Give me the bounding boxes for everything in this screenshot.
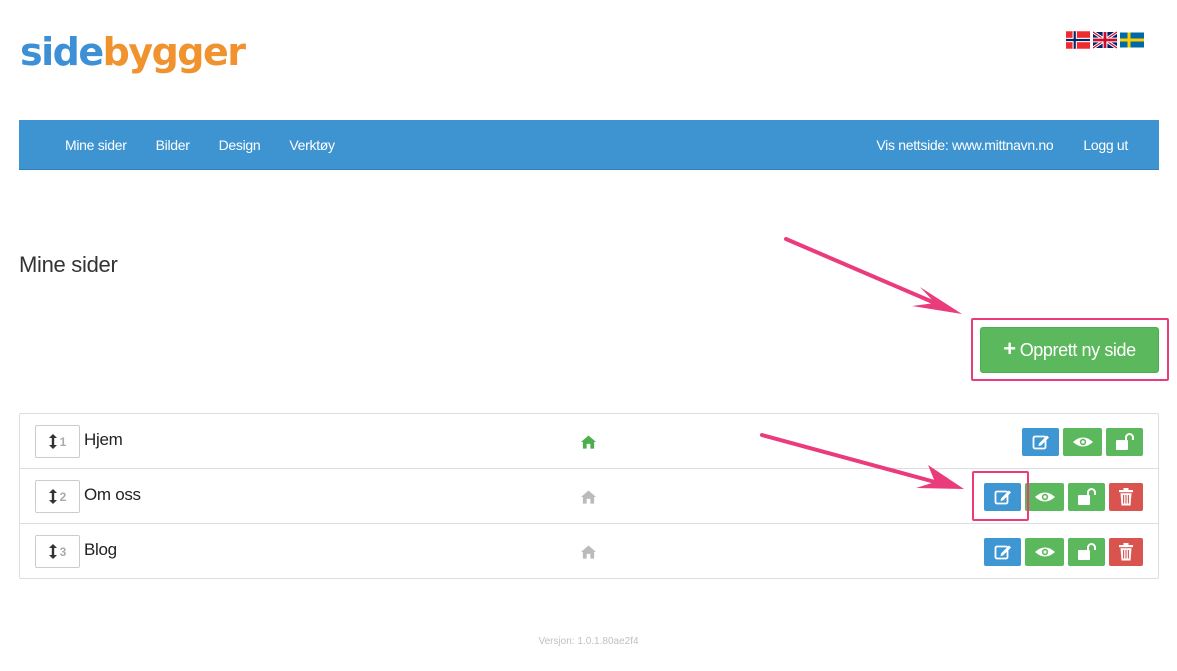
unlocked-padlock-icon [1077, 488, 1096, 505]
nav-left-group: Mine sider Bilder Design Verktøy [65, 120, 335, 170]
home-icon[interactable] [581, 490, 596, 504]
unlocked-padlock-icon [1115, 433, 1134, 450]
page-name: Blog [84, 540, 117, 559]
nav-item-logout[interactable]: Logg ut [1083, 137, 1128, 153]
edit-icon [994, 545, 1011, 560]
eye-icon [1034, 492, 1055, 502]
nav-right-group: Vis nettside: www.mittnavn.no Logg ut [876, 120, 1128, 170]
drag-handle[interactable]: 3 [35, 535, 80, 568]
norwegian-flag-icon[interactable] [1066, 31, 1090, 49]
eye-icon [1034, 547, 1055, 557]
view-page-button[interactable] [1063, 428, 1102, 456]
trash-icon [1119, 488, 1133, 506]
sort-arrows-icon [48, 544, 57, 559]
uk-flag-icon[interactable] [1093, 31, 1117, 49]
drag-handle[interactable]: 1 [35, 425, 80, 458]
page-row: 1 Hjem [20, 414, 1158, 469]
edit-page-button[interactable] [1022, 428, 1059, 456]
page-order: 3 [59, 544, 67, 559]
unlock-page-button[interactable] [1106, 428, 1143, 456]
logo-part-side: side [20, 30, 104, 74]
edit-icon [1032, 435, 1049, 450]
plus-icon: + [1003, 336, 1016, 361]
drag-handle[interactable]: 2 [35, 480, 80, 513]
nav-item-view-site[interactable]: Vis nettside: www.mittnavn.no [876, 137, 1053, 153]
view-page-button[interactable] [1025, 483, 1064, 511]
page-actions [984, 538, 1143, 566]
eye-icon [1072, 437, 1093, 447]
nav-item-design[interactable]: Design [219, 137, 261, 153]
page-actions [1022, 428, 1143, 456]
language-selector [1066, 31, 1144, 49]
sort-arrows-icon [48, 489, 57, 504]
pages-list: 1 Hjem 2 Om oss 3 Blog [19, 413, 1159, 579]
nav-item-mine-sider[interactable]: Mine sider [65, 137, 127, 153]
unlock-page-button[interactable] [1068, 483, 1105, 511]
create-page-label: Opprett ny side [1019, 339, 1136, 360]
unlock-page-button[interactable] [1068, 538, 1105, 566]
swedish-flag-icon[interactable] [1120, 31, 1144, 49]
page-row: 3 Blog [20, 524, 1158, 578]
view-page-button[interactable] [1025, 538, 1064, 566]
annotation-arrow-create [784, 237, 962, 314]
delete-page-button[interactable] [1109, 538, 1143, 566]
nav-item-verktoy[interactable]: Verktøy [289, 137, 335, 153]
trash-icon [1119, 543, 1133, 561]
sort-arrows-icon [48, 434, 57, 449]
page-name: Hjem [84, 430, 123, 449]
delete-page-button[interactable] [1109, 483, 1143, 511]
main-navbar: Mine sider Bilder Design Verktøy Vis net… [19, 120, 1159, 170]
page-actions [984, 483, 1143, 511]
sidebygger-logo[interactable]: sidebygger [20, 28, 246, 76]
page-name: Om oss [84, 485, 141, 504]
edit-icon [994, 490, 1011, 505]
page-row: 2 Om oss [20, 469, 1158, 524]
edit-page-button[interactable] [984, 538, 1021, 566]
nav-item-bilder[interactable]: Bilder [156, 137, 190, 153]
page-order: 2 [59, 489, 67, 504]
unlocked-padlock-icon [1077, 543, 1096, 560]
create-page-button[interactable]: + Opprett ny side [980, 327, 1159, 373]
home-icon[interactable] [581, 545, 596, 559]
version-text: Versjon: 1.0.1.80ae2f4 [538, 636, 639, 647]
edit-page-button[interactable] [984, 483, 1021, 511]
home-icon[interactable] [581, 435, 596, 449]
page-order: 1 [59, 434, 67, 449]
page-title: Mine sider [19, 252, 118, 277]
logo-part-bygger: bygger [102, 30, 246, 74]
